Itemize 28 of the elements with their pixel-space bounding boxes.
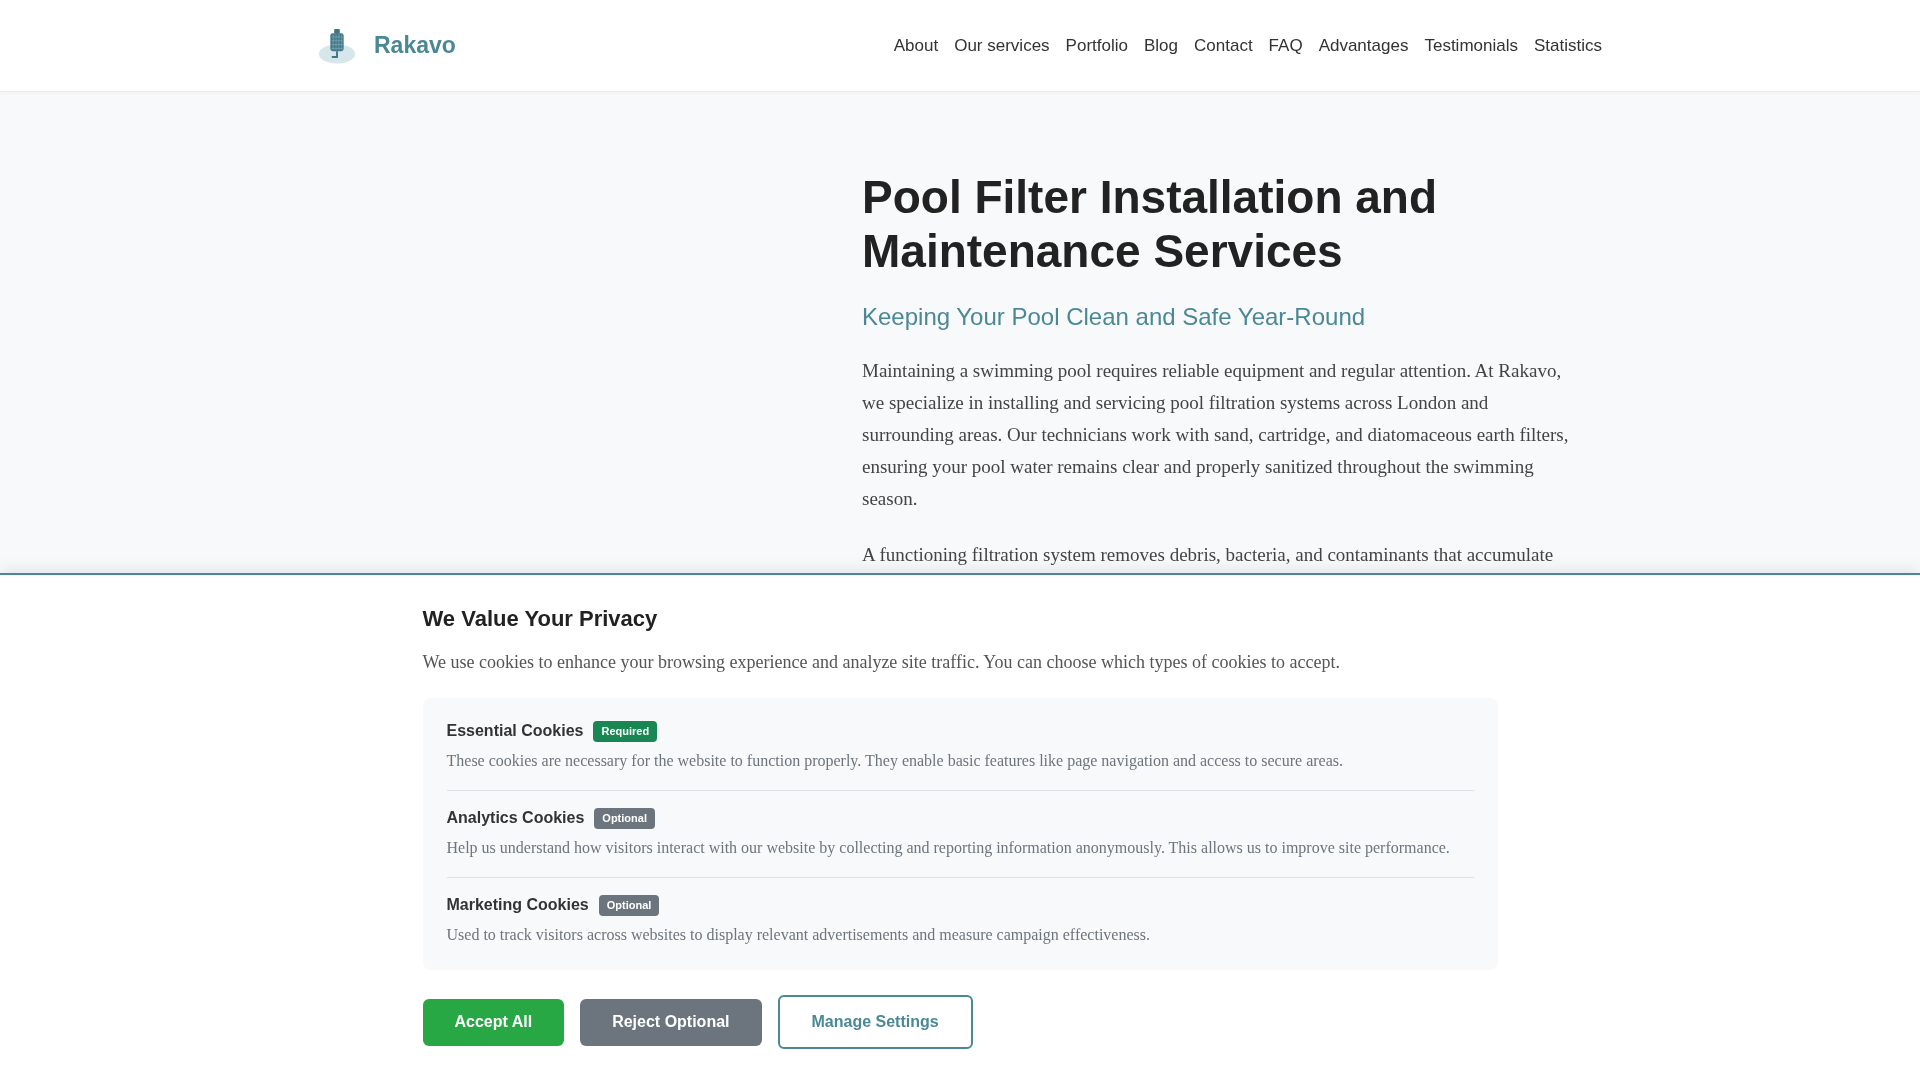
cookie-category-description: Used to track visitors across websites to display relevant advertisements and measure campaign effectiveness. xyxy=(446,925,1151,946)
nav-link[interactable]: Portfolio xyxy=(1065,32,1128,59)
nav-link[interactable]: Our services xyxy=(954,32,1050,59)
nav-link[interactable]: FAQ xyxy=(1268,32,1303,59)
cookie-category-title: Essential Cookies xyxy=(446,721,584,741)
nav-link[interactable]: Contact xyxy=(1194,32,1253,59)
status-badge: Optional xyxy=(594,807,655,829)
page-title: Pool Filter Installation and Maintenance Services xyxy=(862,170,1439,278)
logo-text[interactable]: Rakavo xyxy=(374,34,456,57)
nav-link[interactable]: About xyxy=(893,32,939,59)
nav-link[interactable]: Statistics xyxy=(1533,32,1602,59)
body-paragraph: Maintaining a swimming pool requires reliable equipment and regular attention. At Rakavo, we specialize in installing and servicing pool filtration systems across London and surrounding areas. Our technicians work with sand, cartridge, and diatomaceous earth filters, ensuring your pool water remains clear and properly sanitized throughout the swimming season. xyxy=(862,359,1570,511)
cookie-category-title: Analytics Cookies xyxy=(446,808,585,828)
nav-link[interactable]: Advantages xyxy=(1318,32,1409,59)
page-subtitle: Keeping Your Pool Clean and Safe Year-Round xyxy=(862,302,1367,332)
nav-link[interactable]: Testimonials xyxy=(1424,32,1518,59)
status-badge: Optional xyxy=(598,894,660,916)
body-paragraph: A functioning filtration system removes debris, bacteria, and contaminants that accumulate xyxy=(862,543,1555,567)
settings-button[interactable]: Manage Settings xyxy=(777,995,973,1049)
banner-description: We use cookies to enhance your browsing experience and analyze site traffic. You can choose which types of cookies to accept. xyxy=(422,651,1341,674)
reject-button[interactable]: Reject Optional xyxy=(580,998,762,1046)
banner-title: We Value Your Privacy xyxy=(422,605,659,633)
cookie-category-description: These cookies are necessary for the website to function properly. They enable basic features like page navigation and access to secure areas. xyxy=(446,751,1344,772)
cookie-category-title: Marketing Cookies xyxy=(446,895,589,915)
logo-icon xyxy=(318,27,356,64)
status-badge: Required xyxy=(593,720,658,742)
cookie-category-description: Help us understand how visitors interact with our website by collecting and reporting information anonymously. This allows us to improve site performance. xyxy=(446,838,1451,859)
nav-link[interactable]: Blog xyxy=(1144,32,1178,59)
